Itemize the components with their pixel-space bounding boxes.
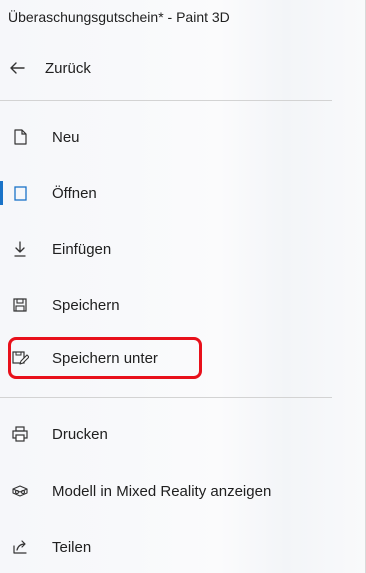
menu-item-mixed-reality[interactable]: Modell in Mixed Reality anzeigen (0, 471, 340, 511)
menu-item-open[interactable]: Öffnen (0, 173, 340, 213)
highlight-annotation (8, 337, 202, 379)
back-label: Zurück (45, 59, 91, 77)
menu-item-share[interactable]: Teilen (0, 527, 340, 567)
menu-item-save[interactable]: Speichern (0, 285, 340, 325)
arrow-left-icon (7, 58, 27, 78)
menu-item-insert[interactable]: Einfügen (0, 229, 340, 269)
menu-item-label: Teilen (52, 538, 92, 556)
print-icon (10, 424, 30, 444)
menu-item-label: Drucken (52, 425, 108, 443)
insert-download-icon (10, 239, 30, 259)
mixed-reality-icon (10, 481, 30, 501)
new-file-icon (10, 127, 30, 147)
menu-item-print[interactable]: Drucken (0, 414, 340, 454)
menu-item-label: Speichern (52, 296, 120, 314)
divider (0, 397, 332, 398)
menu-item-label: Neu (52, 128, 80, 146)
share-icon (10, 537, 30, 557)
menu-item-label: Öffnen (52, 184, 97, 202)
back-button[interactable]: Zurück (0, 48, 340, 88)
file-menu-panel: Überaschungsgutschein* - Paint 3D Zurück… (0, 0, 366, 573)
menu-item-new[interactable]: Neu (0, 117, 340, 157)
open-file-icon (10, 183, 30, 203)
window-title: Überaschungsgutschein* - Paint 3D (8, 9, 230, 25)
save-icon (10, 295, 30, 315)
menu-item-label: Modell in Mixed Reality anzeigen (52, 482, 272, 500)
menu-item-label: Einfügen (52, 240, 112, 258)
divider (0, 100, 332, 101)
